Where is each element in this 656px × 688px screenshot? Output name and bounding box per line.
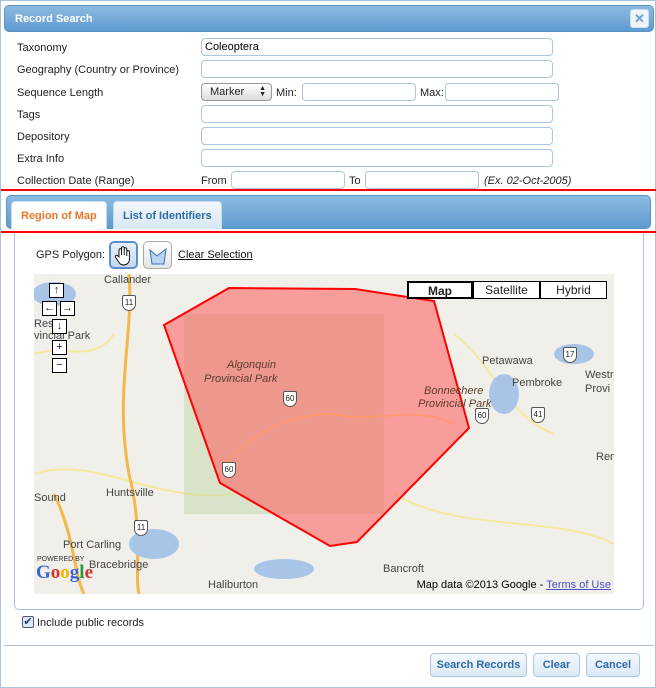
marker-select-value: Marker	[210, 86, 245, 98]
place-label: Haliburton	[208, 579, 259, 591]
geography-row: Geography (Country or Province)	[1, 60, 656, 80]
hand-tool-button[interactable]	[109, 241, 138, 269]
terms-of-use-link[interactable]: Terms of Use	[546, 579, 611, 591]
polygon-tool-button[interactable]	[143, 241, 172, 269]
record-search-dialog: Record Search ✕ Taxonomy Geography (Coun…	[0, 0, 656, 688]
pan-left-button[interactable]: ←	[42, 301, 57, 316]
depository-input[interactable]	[201, 127, 553, 145]
map-type-hybrid[interactable]: Hybrid	[540, 281, 607, 299]
highway-shield: 60	[475, 408, 489, 424]
google-logo[interactable]: Google	[36, 562, 93, 584]
polygon-icon	[149, 247, 167, 265]
place-label: Res	[34, 318, 54, 330]
sequence-length-row: Sequence Length Marker ▲ ▼ Min: Max:	[1, 82, 656, 102]
cancel-button[interactable]: Cancel	[586, 653, 640, 677]
from-date-input[interactable]	[231, 171, 345, 189]
taxonomy-row: Taxonomy	[1, 38, 656, 58]
depository-row: Depository	[1, 127, 656, 147]
clear-selection-link[interactable]: Clear Selection	[178, 249, 253, 261]
place-label: Bracebridge	[89, 559, 149, 571]
tags-row: Tags	[1, 105, 656, 125]
copyright-text: Map data ©2013 Google -	[416, 579, 547, 591]
footer-divider	[4, 645, 654, 646]
collection-date-row: Collection Date (Range) From To (Ex. 02-…	[1, 171, 656, 191]
place-label: Sound	[34, 492, 66, 504]
extra-info-input[interactable]	[201, 149, 553, 167]
taxonomy-label: Taxonomy	[17, 42, 68, 54]
place-label: Provi	[585, 383, 611, 395]
geography-input[interactable]	[201, 60, 553, 78]
max-input[interactable]	[445, 83, 559, 101]
zoom-in-button[interactable]: +	[52, 340, 67, 355]
place-label: Callander	[104, 274, 152, 286]
highway-shield: 60	[222, 462, 236, 478]
place-label: Algonquin	[227, 359, 276, 371]
place-label: Bonnechere	[424, 385, 484, 397]
marker-select[interactable]: Marker ▲ ▼	[201, 83, 272, 101]
zoom-out-button[interactable]: −	[52, 358, 67, 373]
map-copyright: Map data ©2013 Google - Terms of Use	[417, 579, 611, 591]
highway-shield: 11	[134, 520, 148, 536]
search-records-button[interactable]: Search Records	[430, 653, 527, 677]
updown-icon: ▲ ▼	[259, 85, 266, 98]
close-icon[interactable]: ✕	[630, 9, 649, 28]
hand-icon	[114, 246, 130, 266]
place-label: Bancroft	[383, 563, 424, 575]
include-public-checkbox[interactable]: ✔	[22, 616, 34, 628]
pan-down-button[interactable]: ↓	[52, 319, 67, 334]
tab-region-of-map[interactable]: Region of Map	[11, 201, 107, 229]
sequence-length-label: Sequence Length	[17, 87, 104, 99]
min-label: Min:	[276, 87, 297, 99]
place-label: Pembroke	[512, 377, 563, 389]
dialog-titlebar: Record Search ✕	[4, 5, 654, 32]
tags-input[interactable]	[201, 105, 553, 123]
min-input[interactable]	[302, 83, 416, 101]
from-label: From	[201, 175, 227, 187]
max-label: Max:	[420, 87, 444, 99]
to-label: To	[349, 175, 361, 187]
place-label: Westr	[585, 369, 614, 381]
pan-right-button[interactable]: →	[60, 301, 75, 316]
clear-button[interactable]: Clear	[533, 653, 580, 677]
geography-label: Geography (Country or Province)	[17, 64, 180, 76]
place-label: Ren	[596, 451, 614, 463]
place-label: Huntsville	[106, 487, 154, 499]
dialog-title: Record Search	[15, 13, 93, 25]
to-date-input[interactable]	[365, 171, 479, 189]
pan-up-button[interactable]: ↑	[49, 283, 64, 298]
tags-label: Tags	[17, 109, 41, 121]
date-format-hint: (Ex. 02-Oct-2005)	[484, 175, 572, 187]
map-type-satellite[interactable]: Satellite	[473, 281, 540, 299]
tab-list-of-identifiers[interactable]: List of Identifiers	[113, 201, 222, 229]
place-label: Port Carling	[63, 539, 122, 551]
extra-info-label: Extra Info	[17, 153, 65, 165]
gps-polygon-label: GPS Polygon:	[36, 249, 106, 261]
highway-shield: 60	[283, 391, 297, 407]
map-view[interactable]: Callander Algonquin Provincial Park Bonn…	[34, 274, 614, 594]
highway-shield: 17	[563, 347, 577, 363]
highway-shield: 11	[122, 295, 136, 311]
highlight-line-top	[1, 189, 656, 191]
tab-bar: Region of Map List of Identifiers	[6, 195, 651, 229]
highway-shield: 41	[531, 407, 545, 423]
taxonomy-input[interactable]	[201, 38, 553, 56]
map-type-map[interactable]: Map	[407, 281, 473, 299]
depository-label: Depository	[17, 131, 70, 143]
place-label: Petawawa	[482, 355, 533, 367]
extra-info-row: Extra Info	[1, 149, 656, 169]
include-public-label: Include public records	[37, 617, 145, 629]
place-label: Provincial Park	[204, 373, 278, 385]
collection-date-label: Collection Date (Range)	[17, 175, 135, 187]
